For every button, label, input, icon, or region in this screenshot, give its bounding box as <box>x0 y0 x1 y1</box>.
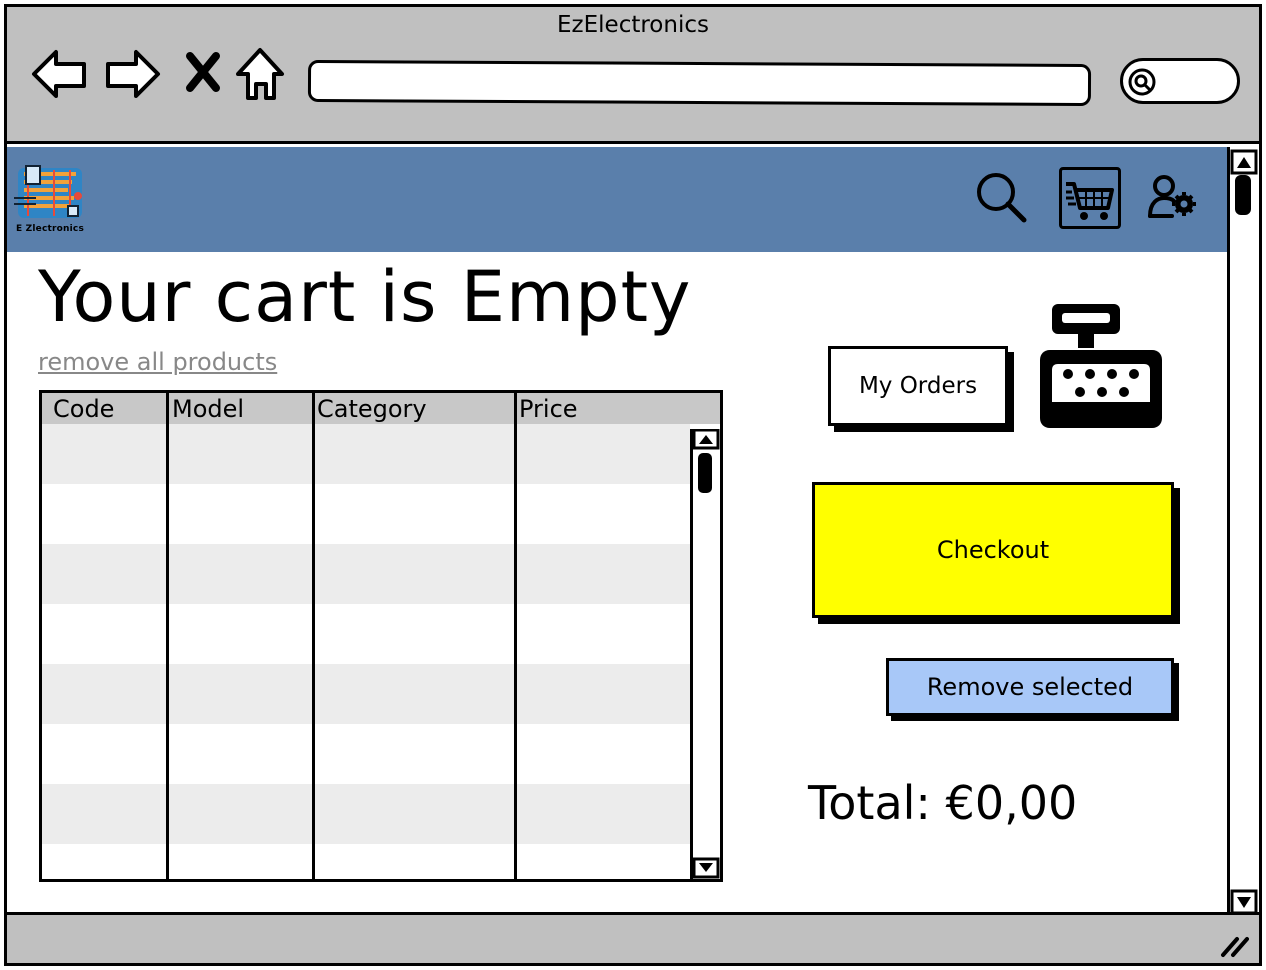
table-scrollbar[interactable] <box>690 428 720 879</box>
search-icon[interactable] <box>974 170 1030 226</box>
page-title: Your cart is Empty <box>38 256 692 338</box>
browser-search-field[interactable] <box>1120 58 1240 104</box>
remove-selected-button[interactable]: Remove selected <box>886 658 1174 716</box>
table-row[interactable] <box>42 604 690 664</box>
user-settings-icon[interactable] <box>1146 172 1202 224</box>
column-divider <box>514 393 517 879</box>
column-divider <box>166 393 169 879</box>
resize-grip-icon[interactable] <box>1219 933 1249 959</box>
site-header <box>7 147 1227 252</box>
address-bar[interactable] <box>307 59 1092 107</box>
table-row[interactable] <box>42 424 690 484</box>
home-icon[interactable] <box>234 44 290 104</box>
back-icon[interactable] <box>30 44 86 104</box>
column-header-price[interactable]: Price <box>519 393 578 425</box>
remove-all-products-link[interactable]: remove all products <box>38 348 277 376</box>
search-icon <box>1128 68 1156 96</box>
column-header-code[interactable]: Code <box>53 393 114 425</box>
stop-icon[interactable] <box>184 44 222 104</box>
cart-total: Total: €0,00 <box>808 776 1078 830</box>
page-scrollbar[interactable] <box>1227 147 1259 915</box>
cash-register-icon <box>1036 300 1166 432</box>
my-orders-button[interactable]: My Orders <box>828 346 1008 426</box>
column-header-model[interactable]: Model <box>172 393 244 425</box>
table-row[interactable] <box>42 484 690 544</box>
window-title: EzElectronics <box>557 12 709 38</box>
cart-icon[interactable] <box>1059 167 1121 229</box>
status-bar <box>4 912 1262 966</box>
forward-icon[interactable] <box>106 44 162 104</box>
table-row[interactable] <box>42 724 690 784</box>
cart-table: Code Model Category Price <box>39 390 723 882</box>
table-row[interactable] <box>42 664 690 724</box>
column-divider <box>312 393 315 879</box>
table-row[interactable] <box>42 784 690 844</box>
table-row[interactable] <box>42 544 690 604</box>
logo-text: E Zlectronics <box>15 224 85 234</box>
column-header-category[interactable]: Category <box>317 393 427 425</box>
table-row[interactable] <box>42 844 690 879</box>
checkout-button[interactable]: Checkout <box>812 482 1174 618</box>
